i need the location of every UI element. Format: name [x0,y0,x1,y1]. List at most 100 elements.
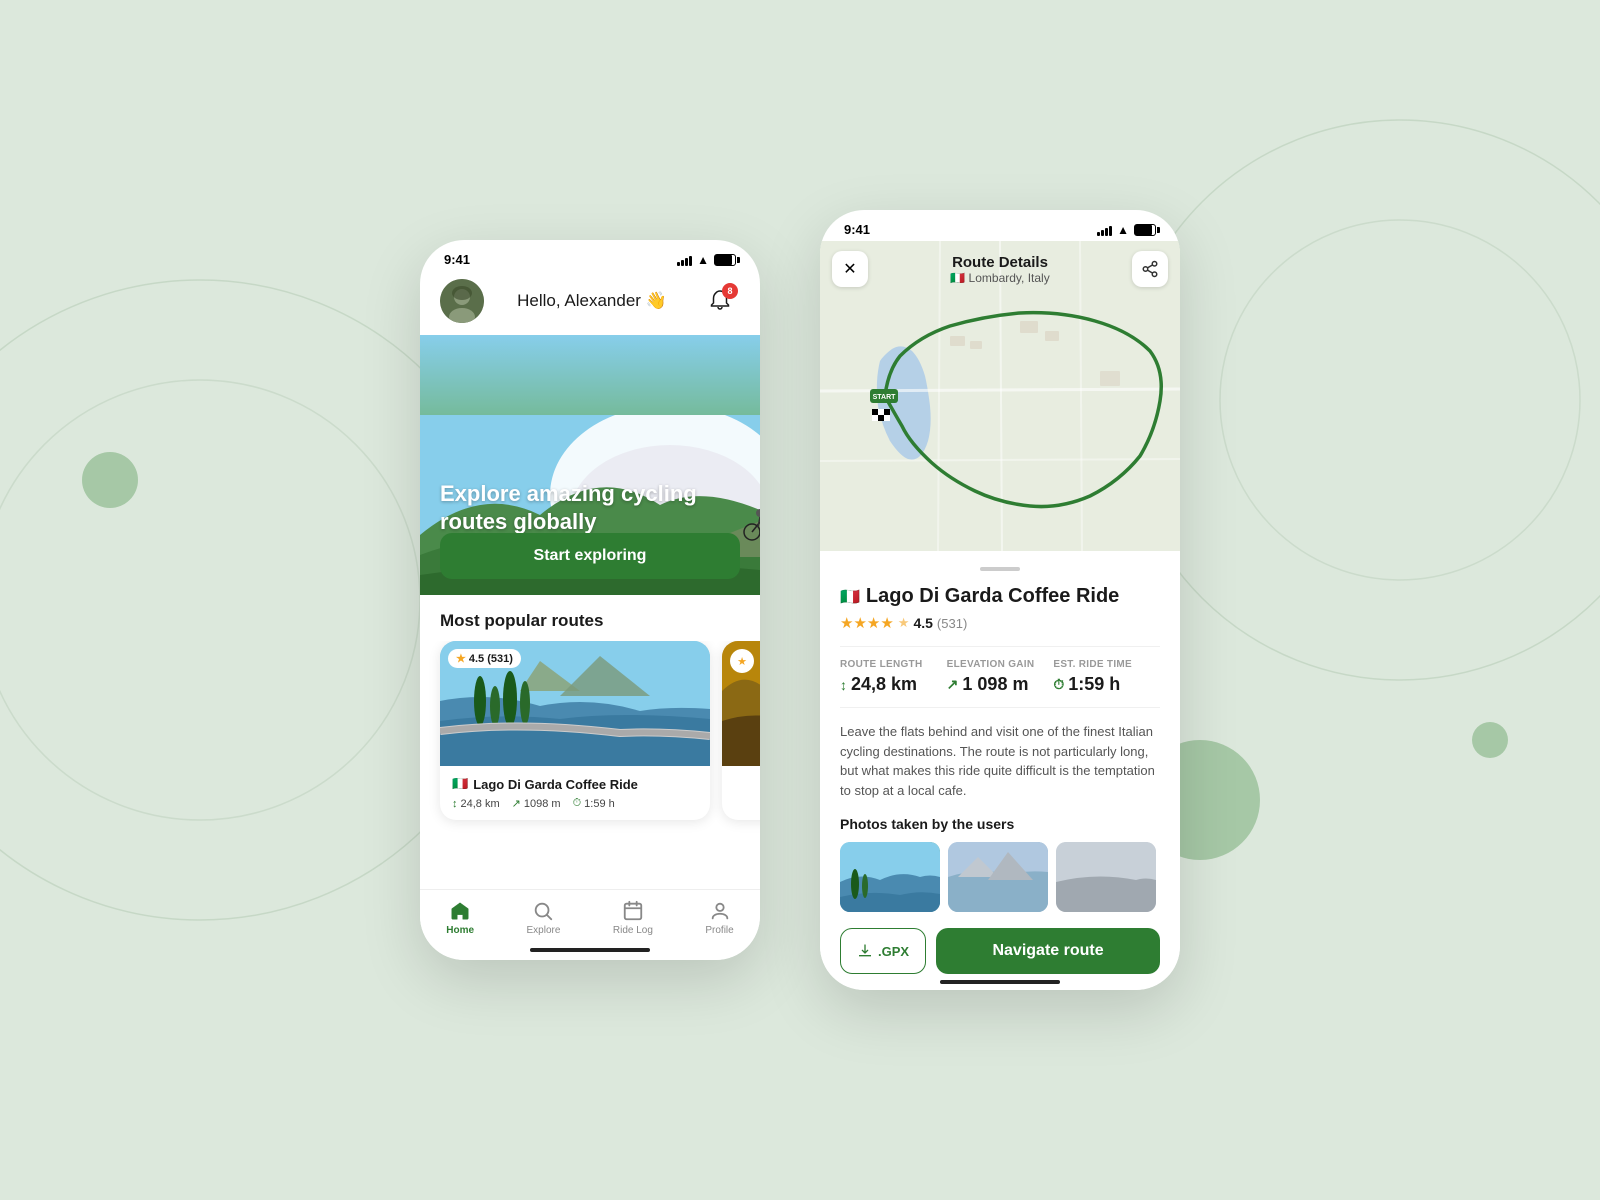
nav-profile[interactable]: Profile [705,900,733,936]
route-distance: ↕ 24,8 km [452,797,500,810]
avatar[interactable] [440,279,484,323]
route-card-body: 🇮🇹 Lago Di Garda Coffee Ride ↕ 24,8 km ↗… [440,766,710,820]
photo-thumb-1[interactable] [840,842,940,912]
navigate-route-button[interactable]: Navigate route [936,928,1160,974]
half-star-icon: ★ [898,615,910,631]
elevation-value: 1098 m [524,798,561,810]
stars-row: ★★★★ ★ 4.5 (531) [840,614,1160,632]
signal-icon [677,254,692,266]
elevation-text: 1 098 m [962,674,1028,695]
panel-handle [980,567,1020,571]
home-icon [449,900,471,922]
route-description: Leave the flats behind and visit one of … [840,722,1160,800]
distance-label: ROUTE LENGTH [840,659,947,670]
metric-distance: ROUTE LENGTH ↕ 24,8 km [840,659,947,695]
nav-ridelog[interactable]: Ride Log [613,900,653,936]
route-time: ⏱ 1:59 h [573,797,615,810]
distance-value: 24,8 km [461,798,500,810]
action-row: .GPX Navigate route [840,928,1160,974]
wifi-icon: ▲ [697,253,709,267]
status-icons-right: ▲ [1097,223,1156,237]
start-exploring-button[interactable]: Start exploring [440,533,740,579]
route-detail-flag: 🇮🇹 [840,587,860,607]
profile-icon [709,900,731,922]
orange-star-icon: ★ [730,649,754,673]
battery-right-icon [1134,224,1156,236]
hero-text-block: Explore amazing cycling routes globally [440,480,740,535]
rating-badge: ★ 4.5 (531) [448,649,521,668]
elevation-metric-icon: ↗ [947,676,959,693]
route-card-partial-image: ★ [722,641,760,766]
elevation-label: ELEVATION GAIN [947,659,1054,670]
route-metrics: ROUTE LENGTH ↕ 24,8 km ELEVATION GAIN ↗ … [840,646,1160,708]
phone-right: 9:41 ▲ [820,210,1180,990]
location-label: 🇮🇹 Lombardy, Italy [868,271,1132,285]
map-header: ✕ Route Details 🇮🇹 Lombardy, Italy [820,251,1180,287]
status-bar-right: 9:41 ▲ [820,210,1180,241]
time-metric-value: ⏱ 1:59 h [1053,674,1160,695]
distance-metric-value: ↕ 24,8 km [840,674,947,695]
route-stats: ↕ 24,8 km ↗ 1098 m ⏱ 1:59 h [452,797,698,810]
route-title-row: 🇮🇹 Lago Di Garda Coffee Ride [840,585,1160,608]
route-name-row: 🇮🇹 Lago Di Garda Coffee Ride [452,776,698,792]
app-header: Hello, Alexander 👋 8 [420,271,760,335]
share-button[interactable] [1132,251,1168,287]
rating-value-detail: 4.5 [913,615,932,631]
route-title-main: Lago Di Garda Coffee Ride [866,585,1119,608]
route-details-panel: 🇮🇹 Lago Di Garda Coffee Ride ★★★★ ★ 4.5 … [820,551,1180,990]
home-indicator-right [940,980,1060,984]
distance-metric-icon: ↕ [840,677,847,693]
download-icon [857,943,873,959]
notification-button[interactable]: 8 [700,281,740,321]
popular-routes-title: Most popular routes [420,595,760,641]
time-left: 9:41 [444,252,470,267]
search-icon [532,900,554,922]
route-card-partial[interactable]: ★ [722,641,760,820]
route-card[interactable]: ★ 4.5 (531) 🇮🇹 Lago Di Garda Coffee Ride… [440,641,710,820]
status-bar-left: 9:41 ▲ [420,240,760,271]
stars-display: ★★★★ [840,614,894,632]
close-icon: ✕ [843,259,856,279]
time-label: EST. RIDE TIME [1053,659,1160,670]
gpx-button[interactable]: .GPX [840,928,926,974]
share-icon [1141,260,1159,278]
photo-thumb-3[interactable] [1056,842,1156,912]
phones-container: 9:41 ▲ [420,210,1180,990]
time-right: 9:41 [844,222,870,237]
nav-profile-label: Profile [705,925,733,936]
time-icon: ⏱ [573,797,582,810]
map-header-title: Route Details 🇮🇹 Lombardy, Italy [868,254,1132,285]
nav-home-label: Home [446,925,474,936]
wifi-right-icon: ▲ [1117,223,1129,237]
time-text: 1:59 h [1068,674,1120,695]
routes-scroll: ★ 4.5 (531) 🇮🇹 Lago Di Garda Coffee Ride… [420,641,760,836]
elevation-icon: ↗ [512,797,521,810]
time-value: 1:59 h [584,798,615,810]
route-details-label: Route Details [868,254,1132,271]
nav-home[interactable]: Home [446,900,474,936]
nav-explore-label: Explore [527,925,561,936]
route-elevation: ↗ 1098 m [512,797,561,810]
status-icons-left: ▲ [677,253,736,267]
time-metric-icon: ⏱ [1053,676,1064,693]
map-area: START ✕ Route Details 🇮🇹 L [820,241,1180,551]
close-button[interactable]: ✕ [832,251,868,287]
hero-banner: Explore amazing cycling routes globally … [420,335,760,595]
star-icon: ★ [456,652,466,665]
rating-count-detail: (531) [937,616,967,631]
route-name: Lago Di Garda Coffee Ride [473,777,638,792]
photo-thumb-2[interactable] [948,842,1048,912]
signal-right-icon [1097,224,1112,236]
nav-explore[interactable]: Explore [527,900,561,936]
photos-row [840,842,1160,912]
phone-left: 9:41 ▲ [420,240,760,960]
home-indicator [530,948,650,952]
metric-time: EST. RIDE TIME ⏱ 1:59 h [1053,659,1160,695]
route-card-image: ★ 4.5 (531) [440,641,710,766]
hero-title: Explore amazing cycling routes globally [440,480,740,535]
distance-text: 24,8 km [851,674,917,695]
elevation-metric-value: ↗ 1 098 m [947,674,1054,695]
photos-title: Photos taken by the users [840,816,1160,832]
svg-text:START: START [873,394,897,401]
calendar-icon [622,900,644,922]
